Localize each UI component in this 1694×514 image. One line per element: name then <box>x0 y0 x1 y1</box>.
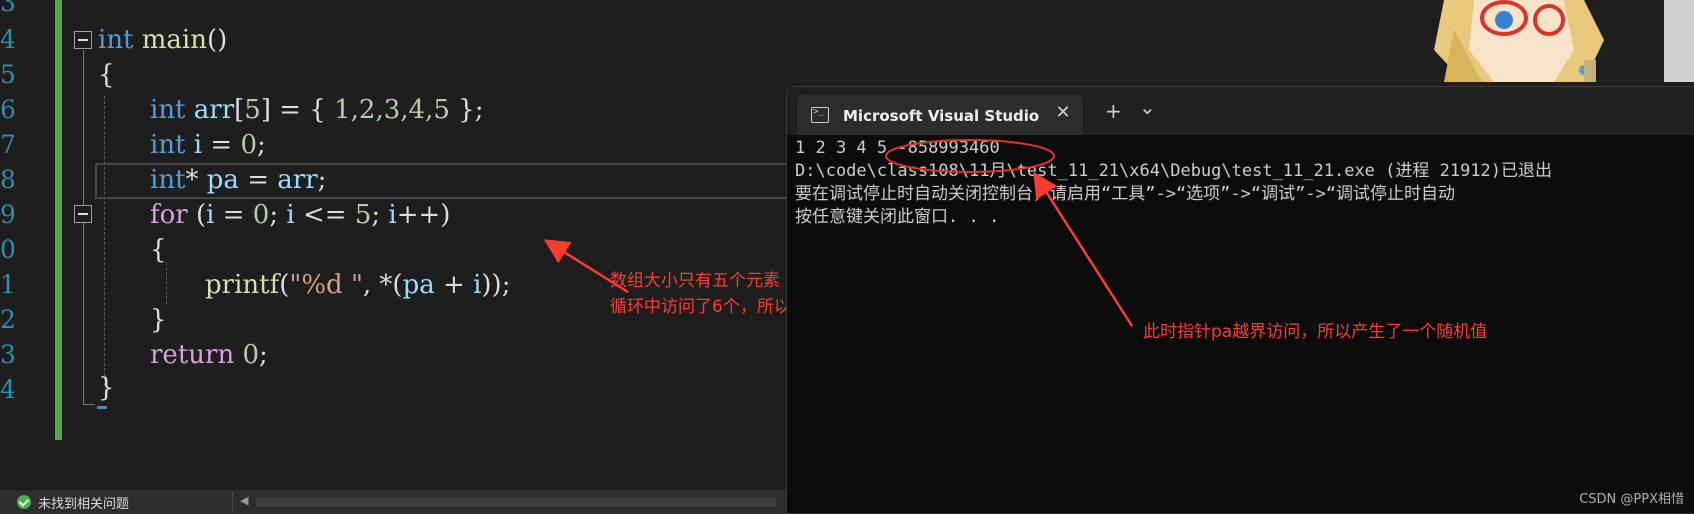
divider <box>232 492 233 512</box>
line-number: 1 <box>0 270 14 299</box>
variable: arr <box>193 95 235 125</box>
scroll-left-icon[interactable]: ◀ <box>240 494 248 507</box>
keyword: int <box>150 130 186 160</box>
horizontal-scrollbar[interactable] <box>256 497 776 507</box>
variable: pa <box>206 165 239 195</box>
variable: i <box>193 130 203 160</box>
keyword: for <box>150 200 188 230</box>
line-number-gutter: 3 4 5 6 7 8 9 0 1 2 3 4 <box>0 0 58 440</box>
status-bar: 未找到相关问题 ◀ <box>0 490 786 514</box>
line-number: 8 <box>0 165 14 194</box>
indent-guide <box>104 96 105 386</box>
code-line[interactable]: } <box>150 302 167 338</box>
keyword: return <box>150 340 235 370</box>
number: 0 <box>240 130 257 160</box>
code-line[interactable]: int main() <box>98 22 227 58</box>
code-line[interactable]: return 0; <box>150 337 268 373</box>
code-line[interactable]: } <box>98 370 115 406</box>
punctuation: )); <box>481 270 511 300</box>
punctuation: () <box>207 25 228 55</box>
variable: pa <box>402 270 435 300</box>
console-output-line: 要在调试停止时自动关闭控制台，请启用“工具”->“选项”->“调试”->“调试停… <box>795 184 1456 204</box>
console-output-line: D:\code\class108\11月\test_11_21\x64\Debu… <box>795 161 1553 181</box>
punctuation: ; <box>317 165 327 195</box>
punctuation: <= <box>294 200 355 230</box>
punctuation: ; <box>259 340 268 370</box>
number-list: 1,2,3,4,5 <box>334 95 450 125</box>
code-line[interactable]: { <box>150 232 167 268</box>
garbage-value: -858993460 <box>897 138 1000 158</box>
punctuation: }; <box>449 95 484 125</box>
variable: arr <box>277 165 318 195</box>
fold-end <box>83 404 95 405</box>
check-circle-icon <box>17 495 31 509</box>
console-titlebar[interactable]: Microsoft Visual Studio 调试控制台 ✕ + ⌄ <box>787 87 1694 135</box>
variable: i <box>286 200 295 230</box>
punctuation: = <box>202 130 241 160</box>
punctuation: + <box>434 270 474 300</box>
punctuation: = <box>238 165 278 195</box>
code-line[interactable]: for (i = 0; i <= 5; i++) <box>150 197 450 233</box>
line-number: 9 <box>0 200 14 229</box>
number: 0 <box>242 340 259 370</box>
punctuation: ++) <box>396 200 451 230</box>
console-output-line: 1 2 3 4 5 -858993460 <box>795 136 1000 160</box>
indent-guide <box>166 262 167 304</box>
console-tab[interactable]: Microsoft Visual Studio 调试控制台 ✕ <box>797 95 1083 135</box>
string-literal: "%d " <box>289 270 363 300</box>
code-line[interactable]: { <box>98 57 115 93</box>
punctuation: [ <box>234 95 245 125</box>
collapse-main-icon[interactable] <box>74 31 92 49</box>
punctuation: ; <box>269 200 287 230</box>
collapse-for-icon[interactable] <box>74 205 92 223</box>
console-output-line: 按任意键关闭此窗口. . . <box>795 207 1000 227</box>
function-name: printf <box>205 270 280 300</box>
number: 5 <box>354 200 372 230</box>
text-caret <box>97 406 107 409</box>
avatar-illustration <box>1434 0 1694 82</box>
line-number: 5 <box>0 60 14 89</box>
printed-values: 1 2 3 4 5 <box>795 138 898 158</box>
punctuation: ; <box>256 130 266 160</box>
debug-console-window[interactable]: Microsoft Visual Studio 调试控制台 ✕ + ⌄ 1 2 … <box>786 86 1694 514</box>
new-tab-button[interactable]: + <box>1105 99 1122 123</box>
code-line[interactable]: int* pa = arr; <box>150 162 326 198</box>
variable: i <box>388 200 397 230</box>
number: 5 <box>244 95 261 125</box>
keyword: int <box>98 25 134 55</box>
annotation-random-value: 此时指针pa越界访问，所以产生了一个随机值 <box>1143 322 1488 342</box>
punctuation: ( <box>279 270 290 300</box>
line-number: 7 <box>0 130 14 159</box>
punctuation: ; <box>371 200 389 230</box>
change-tracking-bar <box>55 0 62 440</box>
keyword: int <box>150 165 186 195</box>
line-number: 2 <box>0 305 14 334</box>
code-line[interactable]: int i = 0; <box>150 127 266 163</box>
punctuation: ( <box>187 200 207 230</box>
tab-dropdown-button[interactable]: ⌄ <box>1139 95 1156 119</box>
watermark: CSDN @PPX相惜 <box>1579 492 1684 507</box>
punctuation: = <box>214 200 253 230</box>
terminal-icon <box>811 107 829 123</box>
line-number: 6 <box>0 95 14 124</box>
console-tab-title: Microsoft Visual Studio 调试控制台 <box>843 107 1043 125</box>
status-message[interactable]: 未找到相关问题 <box>38 493 129 512</box>
fold-line <box>83 50 84 404</box>
line-number: 0 <box>0 235 14 264</box>
code-line[interactable]: printf("%d ", *(pa + i)); <box>205 267 510 303</box>
line-number: 3 <box>0 340 14 369</box>
number: 0 <box>252 200 270 230</box>
punctuation: , *( <box>362 270 403 300</box>
punctuation: * <box>185 165 207 195</box>
line-number: 3 <box>0 0 14 17</box>
line-number: 4 <box>0 25 14 54</box>
close-tab-icon[interactable]: ✕ <box>1051 101 1075 125</box>
keyword: int <box>150 95 186 125</box>
punctuation: ] = { <box>260 95 335 125</box>
function-name: main <box>141 25 207 55</box>
line-number: 4 <box>0 375 14 404</box>
code-line[interactable]: int arr[5] = { 1,2,3,4,5 }; <box>150 92 483 128</box>
